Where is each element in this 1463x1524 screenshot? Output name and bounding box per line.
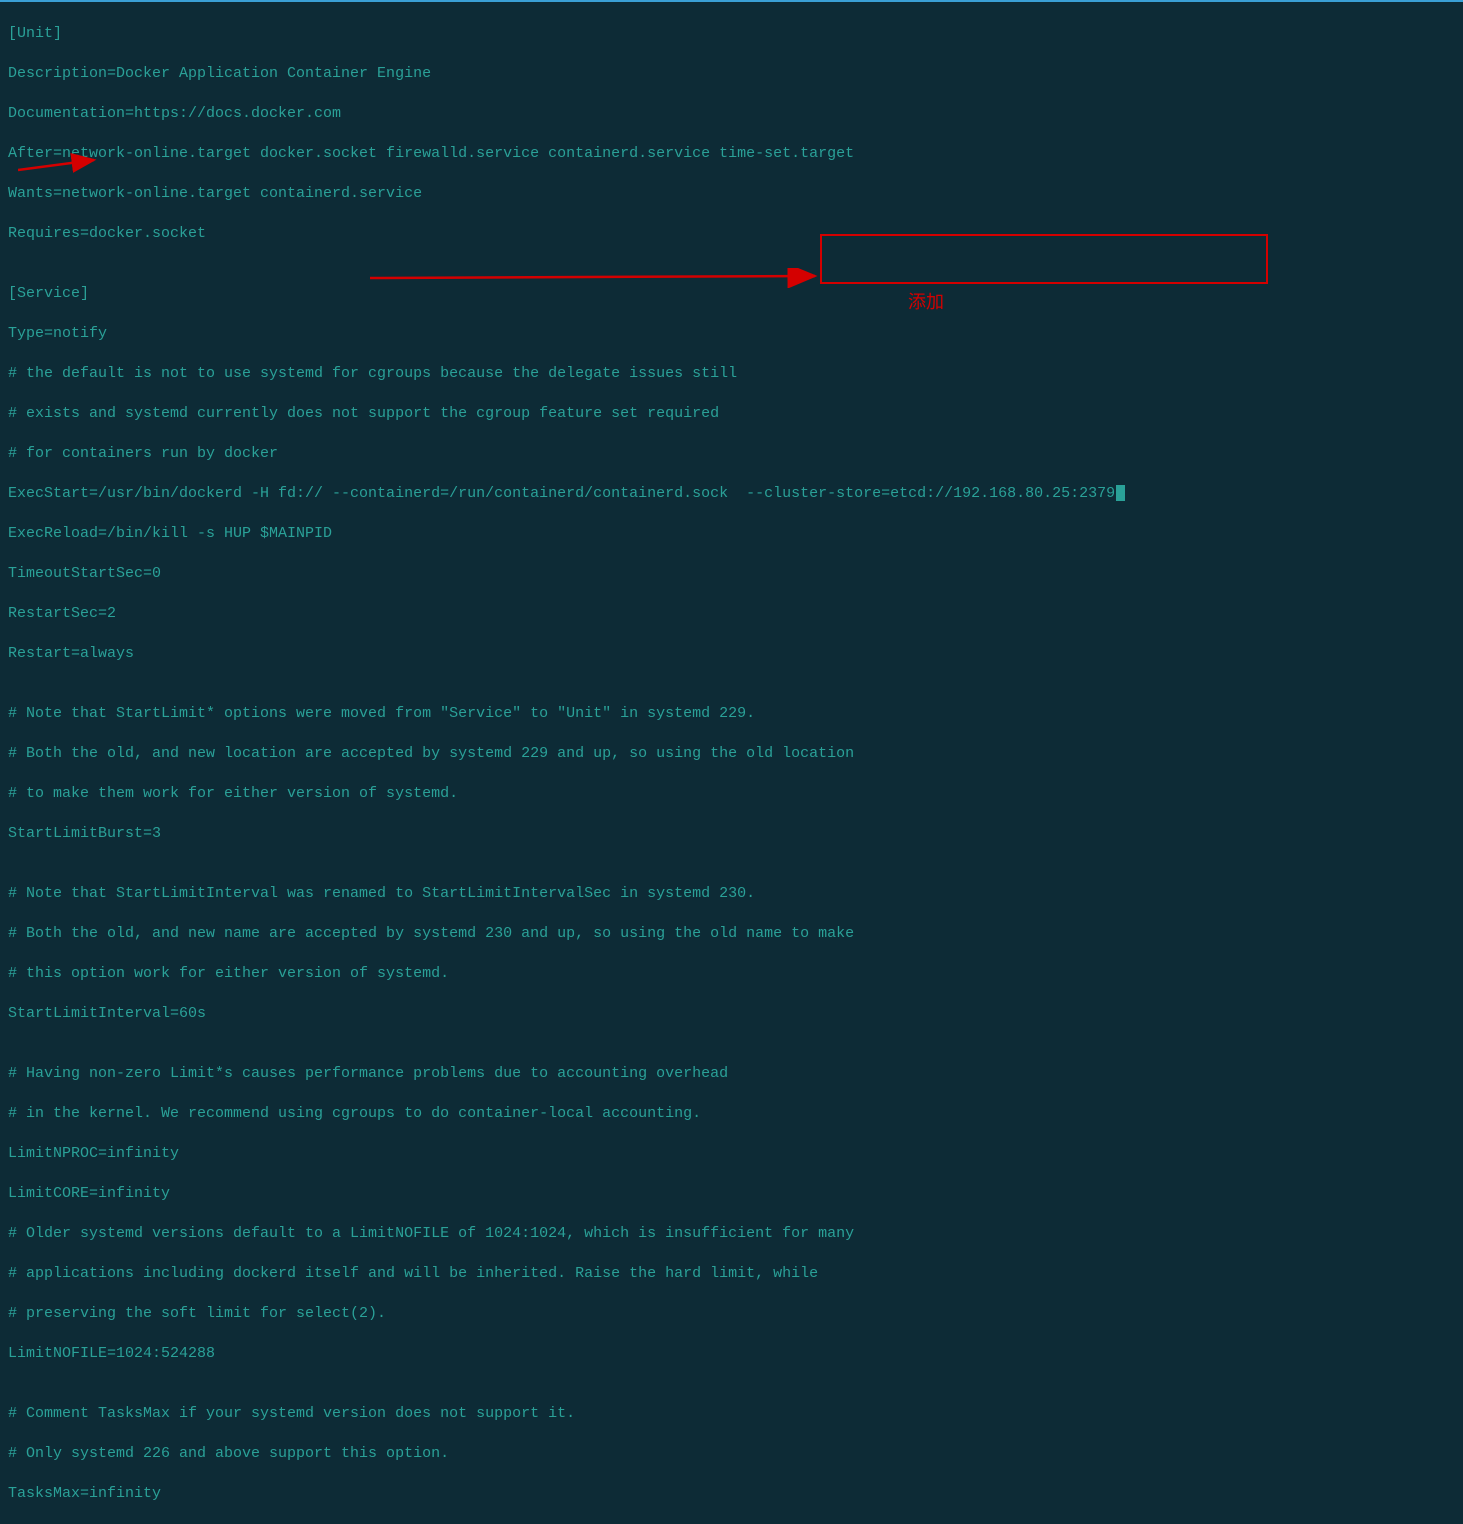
execstart-prefix: ExecStart=/usr/bin/dockerd -H fd:// --co… [8,485,746,502]
config-comment: # Note that StartLimitInterval was renam… [8,884,1455,904]
config-comment: # Both the old, and new name are accepte… [8,924,1455,944]
config-comment: # this option work for either version of… [8,964,1455,984]
config-comment: # in the kernel. We recommend using cgro… [8,1104,1455,1124]
config-comment: # Both the old, and new location are acc… [8,744,1455,764]
config-comment: # the default is not to use systemd for … [8,364,1455,384]
terminal-cursor [1116,485,1125,501]
config-comment: # Comment TasksMax if your systemd versi… [8,1404,1455,1424]
config-line: Restart=always [8,644,1455,664]
config-line: [Service] [8,284,1455,304]
config-line: Wants=network-online.target containerd.s… [8,184,1455,204]
window-top-border [0,0,1463,2]
config-comment: # preserving the soft limit for select(2… [8,1304,1455,1324]
terminal-viewport[interactable]: [Unit] Description=Docker Application Co… [8,4,1455,1524]
config-comment: # applications including dockerd itself … [8,1264,1455,1284]
config-line: LimitNOFILE=1024:524288 [8,1344,1455,1364]
config-line: LimitNPROC=infinity [8,1144,1455,1164]
config-line: [Unit] [8,24,1455,44]
config-line: StartLimitBurst=3 [8,824,1455,844]
config-line: TimeoutStartSec=0 [8,564,1455,584]
config-line: StartLimitInterval=60s [8,1004,1455,1024]
config-line: Requires=docker.socket [8,224,1455,244]
config-comment: # Having non-zero Limit*s causes perform… [8,1064,1455,1084]
config-comment: # for containers run by docker [8,444,1455,464]
config-line-execstart: ExecStart=/usr/bin/dockerd -H fd:// --co… [8,484,1455,504]
config-line: Description=Docker Application Container… [8,64,1455,84]
config-line: Type=notify [8,324,1455,344]
config-line: After=network-online.target docker.socke… [8,144,1455,164]
cluster-store-addition: --cluster-store=etcd://192.168.80.25:237… [746,485,1115,502]
config-line: LimitCORE=infinity [8,1184,1455,1204]
config-comment: # to make them work for either version o… [8,784,1455,804]
config-comment: # Older systemd versions default to a Li… [8,1224,1455,1244]
config-line: RestartSec=2 [8,604,1455,624]
config-comment: # exists and systemd currently does not … [8,404,1455,424]
config-line: ExecReload=/bin/kill -s HUP $MAINPID [8,524,1455,544]
config-comment: # Only systemd 226 and above support thi… [8,1444,1455,1464]
config-line: Documentation=https://docs.docker.com [8,104,1455,124]
config-line: TasksMax=infinity [8,1484,1455,1504]
config-comment: # Note that StartLimit* options were mov… [8,704,1455,724]
